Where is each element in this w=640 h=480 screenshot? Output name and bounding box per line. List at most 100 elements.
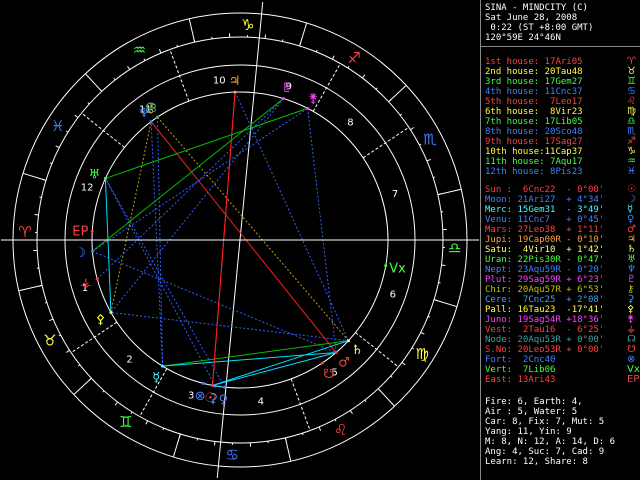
chart-title: SINA - MINDCITY (C) <box>485 3 588 13</box>
sign-boundary <box>299 22 308 47</box>
house-cusp-line <box>70 321 118 354</box>
house-cusp-line <box>169 49 190 102</box>
planet-glyph-icon: ☋ <box>323 367 335 382</box>
planet-glyph-icon: ♂ <box>338 356 350 371</box>
planet-marker <box>320 361 324 365</box>
degree-tick <box>315 49 318 53</box>
house-number: 2 <box>126 355 132 366</box>
house-cusp-row: 3rd house: 17Gem27 <box>485 77 583 87</box>
zodiac-sign-icon: ♍ <box>415 345 428 363</box>
house-cusp-row: 8th house: 20Sco48 <box>485 127 583 137</box>
divider <box>481 46 640 47</box>
house-cusp-line <box>81 112 125 148</box>
zodiac-sign-icon: ♉ <box>43 332 56 350</box>
degree-tick <box>176 44 179 48</box>
planet-row: Pall: 16Tau23 -17°41' <box>485 305 605 315</box>
planet-marker <box>109 310 113 314</box>
aspect-line <box>157 117 164 367</box>
house-cusp-row: 11th house: 7Aqu17 <box>485 157 583 167</box>
degree-tick <box>419 143 422 146</box>
planet-row: Moon: 21Ari27 + 4°34' <box>485 195 605 205</box>
zodiac-sign-icon: ♋ <box>225 446 238 464</box>
info-sidebar: SINA - MINDCITY (C) Sat June 28, 2008 0:2… <box>480 0 640 480</box>
sign-boundary <box>73 377 92 395</box>
planet-marker <box>346 339 350 343</box>
planet-row: Plut: 29Sag59R + 6°23' <box>485 275 605 285</box>
planet-row: Juno: 19Sag54R +18°36' <box>485 315 605 325</box>
planet-marker <box>282 97 286 101</box>
aspect-line <box>104 178 226 388</box>
element-stat-line: Air : 5, Water: 5 <box>485 407 578 417</box>
zodiac-sign-icon: ♌ <box>334 421 347 439</box>
planet-glyph-icon: ⚴ <box>96 312 106 327</box>
house-cusp-row: 2nd house: 20Tau48 <box>485 67 583 77</box>
degree-tick <box>426 158 431 162</box>
planet-row: S.No: 20Leo53R + 0°00' <box>485 345 605 355</box>
planet-row: Vert: 7Lib06 <box>485 365 567 375</box>
element-stat-line: Car: 8, Fix: 7, Mut: 5 <box>485 417 605 427</box>
degree-tick <box>55 145 60 149</box>
house-cusp-row: 5th house: 7Leo17 <box>485 97 583 107</box>
planet-row: Sun : 6Cnc22 - 0°00' <box>485 185 605 195</box>
house-cusp-row: 6th house: 8Vir23 <box>485 107 583 117</box>
degree-tick <box>410 127 415 131</box>
degree-tick <box>158 49 162 54</box>
house-number: 4 <box>258 397 264 408</box>
house-number: 6 <box>390 290 396 301</box>
planet-marker <box>90 249 94 253</box>
planet-glyph-icon: ☽ <box>75 246 87 261</box>
degree-tick <box>401 361 406 366</box>
chart-date: Sat June 28, 2008 <box>485 13 578 23</box>
planet-row: Chir: 20Aqu57R + 6°53' <box>485 285 605 295</box>
element-stat-line: Yang: 11, Yin: 9 <box>485 427 572 437</box>
degree-tick <box>49 162 53 165</box>
house-cusp-row: 4th house: 11Cnc37 <box>485 87 583 97</box>
degree-tick <box>65 349 70 353</box>
zodiac-sign-icon: ♈ <box>18 223 31 241</box>
degree-tick <box>77 364 81 367</box>
degree-tick <box>361 74 366 79</box>
degree-tick <box>420 331 425 335</box>
planet-marker <box>384 264 388 268</box>
planet-row: Cere: 7Cnc25 + 2°08' <box>485 295 605 305</box>
degree-tick <box>301 432 304 436</box>
planet-marker <box>149 120 153 124</box>
degree-tick <box>87 102 90 105</box>
aspect-line <box>211 92 236 386</box>
degree-tick <box>432 176 436 179</box>
aspect-line <box>157 116 349 342</box>
planet-marker <box>223 385 227 389</box>
house-number: 7 <box>392 189 398 200</box>
degree-tick <box>364 399 367 403</box>
degree-tick <box>102 390 105 393</box>
planet-marker <box>161 364 165 368</box>
house-number: 3 <box>188 390 194 401</box>
zodiac-sign-icon: ♒ <box>133 41 146 59</box>
planet-glyph-icon: ♃ <box>229 74 241 89</box>
sign-boundary <box>22 172 47 181</box>
sign-boundary <box>188 18 196 43</box>
degree-tick <box>58 334 61 337</box>
element-stat-line: Ang: 4, Suc: 7, Cad: 9 <box>485 447 605 457</box>
planet-glyph-icon: ☿ <box>152 370 160 385</box>
planet-glyph-icon: ♅ <box>89 167 101 182</box>
planet-marker <box>210 383 214 387</box>
house-cusp-line <box>362 126 410 159</box>
degree-tick <box>399 113 403 116</box>
planet-marker <box>306 106 310 110</box>
degree-tick <box>127 65 131 70</box>
planet-marker <box>334 351 338 355</box>
planet-marker <box>156 115 160 119</box>
planet-row: Node: 20Aqu53R + 0°00' <box>485 335 605 345</box>
zodiac-sign-icon: ♏ <box>423 130 437 148</box>
house-number: 12 <box>81 182 94 193</box>
planet-marker <box>213 384 217 388</box>
element-stat-line: Fire: 6, Earth: 4, <box>485 397 583 407</box>
planet-glyph-icon: ⚳ <box>208 392 218 407</box>
planet-glyph-icon: ♇ <box>281 81 293 96</box>
sign-boundary <box>433 299 458 308</box>
degree-tick <box>143 58 146 61</box>
planet-row: Fort: 2Cnc40 <box>485 355 567 365</box>
planet-marker <box>233 90 237 94</box>
degree-tick <box>390 375 393 378</box>
